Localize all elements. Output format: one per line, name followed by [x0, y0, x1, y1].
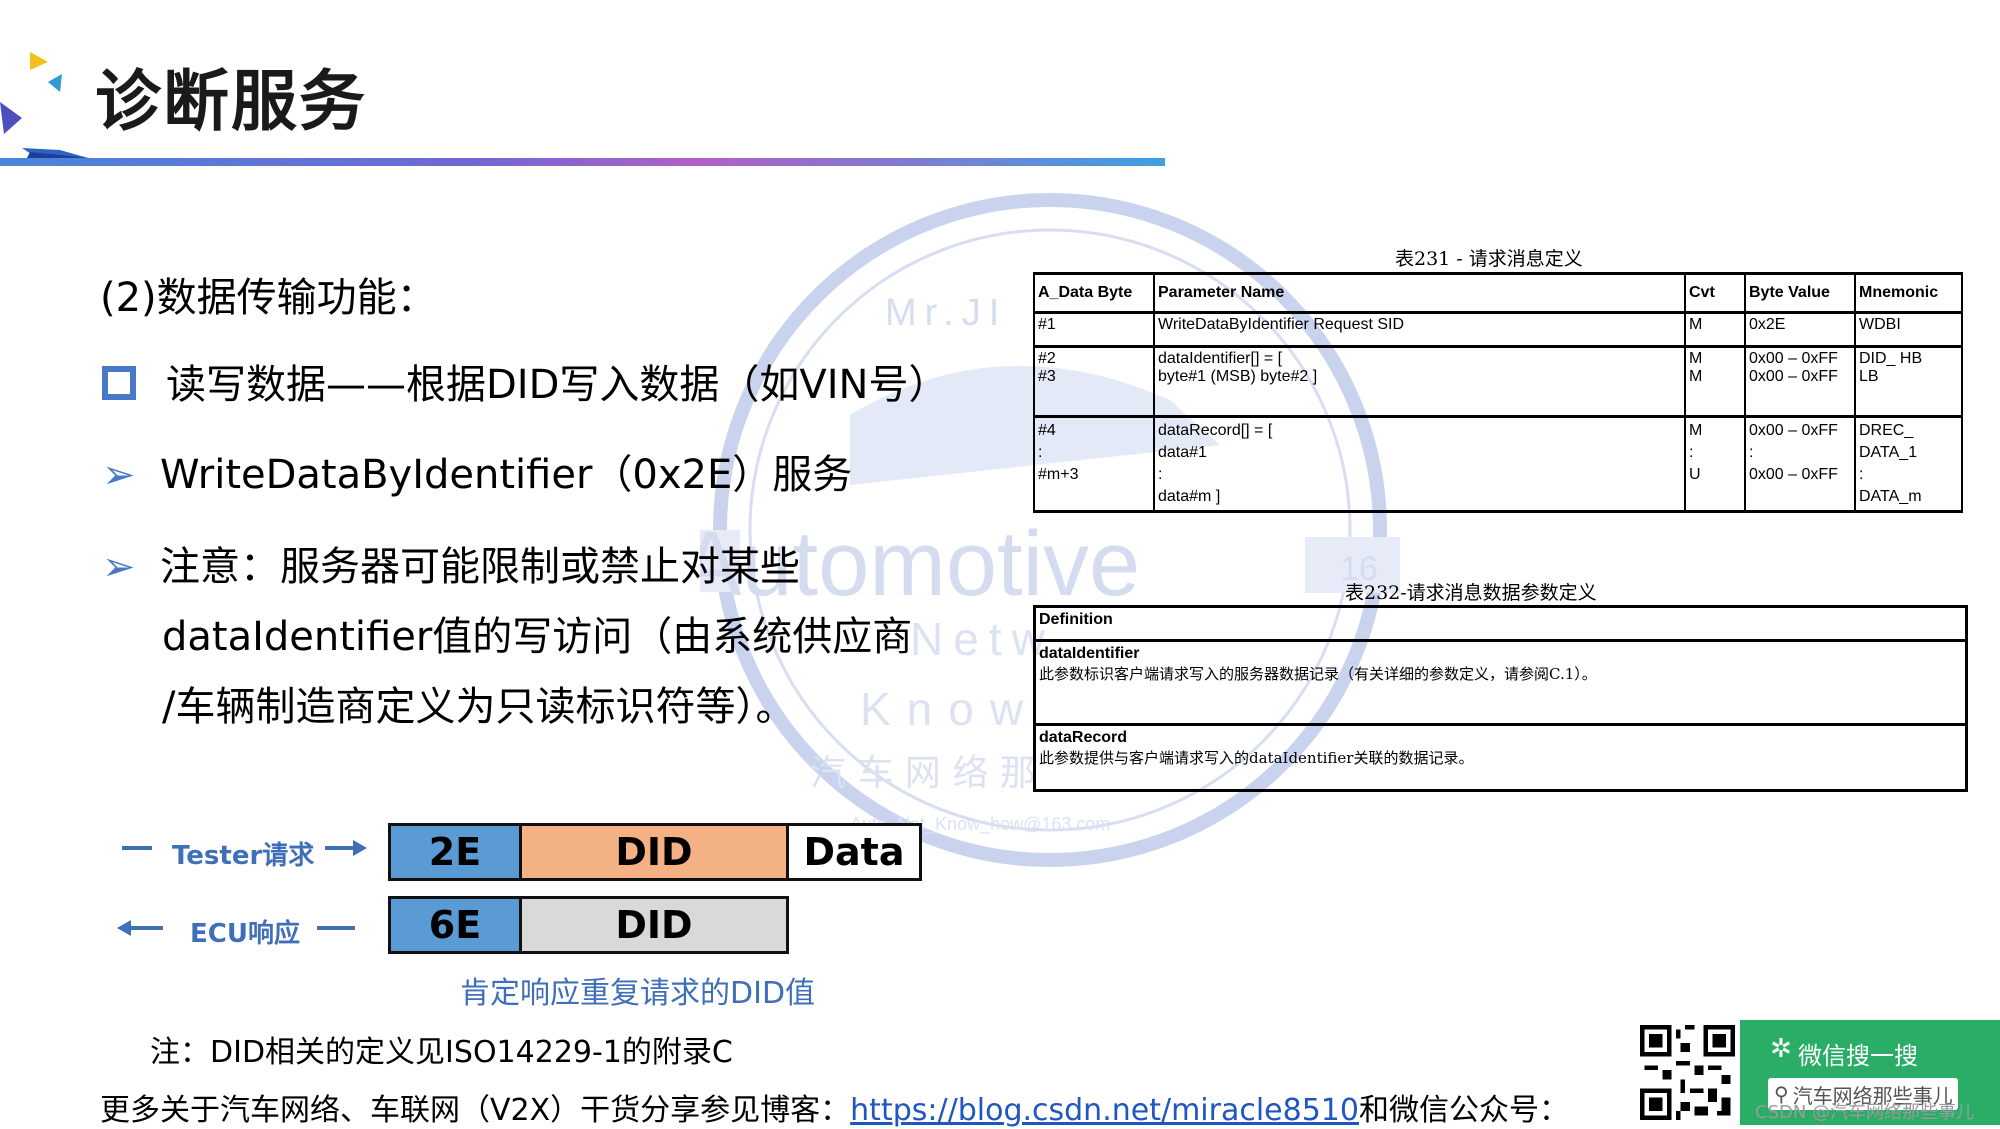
table-cell: dataRecord 此参数提供与客户端请求写入的dataIdentifier关…: [1035, 725, 1967, 791]
table-cell: dataIdentifier[] = [ byte#1 (MSB) byte#2…: [1153, 346, 1686, 418]
wechat-search-icon: ✲: [1770, 1034, 1792, 1064]
bullet-text: 注意：服务器可能限制或禁止对某些: [160, 544, 800, 590]
table-row: #1 WriteDataByIdentifier Request SID M 0…: [1033, 312, 1963, 348]
table231-caption: 表231 - 请求消息定义: [1395, 248, 1583, 270]
square-bullet-icon: [102, 366, 136, 400]
table-cell: 0x2E: [1744, 312, 1856, 348]
table-cell: dataIdentifier 此参数标识客户端请求写入的服务器数据记录（有关详细…: [1034, 640, 1967, 726]
param-desc: 此参数标识客户端请求写入的服务器数据记录（有关详细的参数定义，请参阅C.1）。: [1039, 665, 1597, 683]
table-cell: WriteDataByIdentifier Request SID: [1153, 312, 1686, 348]
bullet-service: ➢ WriteDataByIdentifier（0x2E）服务: [102, 440, 852, 510]
req-sid-cell: 2E: [388, 823, 522, 881]
table-cell: DID_ HB LB: [1854, 346, 1963, 418]
footer-suffix: 和微信公众号：: [1359, 1093, 1569, 1128]
table-header: Cvt: [1684, 272, 1746, 314]
table-cell: M : U: [1684, 416, 1746, 513]
table-row: Definition: [1034, 606, 1967, 642]
footer: 更多关于汽车网络、车联网（V2X）干货分享参见博客：https://blog.c…: [100, 1085, 1569, 1129]
table-row: dataIdentifier 此参数标识客户端请求写入的服务器数据记录（有关详细…: [1034, 640, 1967, 726]
bullet-text: WriteDataByIdentifier（0x2E）服务: [160, 452, 853, 498]
table-row: #4 : #m+3 dataRecord[] = [ data#1 : data…: [1033, 416, 1963, 513]
flow-caption: 肯定响应重复请求的DID值: [460, 976, 816, 1011]
table-row: dataRecord 此参数提供与客户端请求写入的dataIdentifier关…: [1035, 725, 1967, 791]
req-data-cell: Data: [786, 823, 922, 881]
table-cell: #2 #3: [1033, 346, 1155, 418]
table-header: Mnemonic: [1854, 272, 1963, 314]
table-header: Definition: [1034, 606, 1967, 642]
table-header: A_Data Byte: [1033, 272, 1155, 314]
param-definition-table: Definition dataIdentifier 此参数标识客户端请求写入的服…: [1033, 605, 1968, 792]
arrow-bullet-icon: ➢: [102, 544, 136, 590]
bullet-text: 读写数据——根据DID写入数据（如VIN号）: [166, 362, 949, 408]
footer-prefix: 更多关于汽车网络、车联网（V2X）干货分享参见博客：: [100, 1093, 851, 1128]
arrow-right-icon: [325, 840, 367, 856]
dash-line-icon: [317, 926, 355, 930]
param-desc: 此参数提供与客户端请求写入的dataIdentifier关联的数据记录。: [1039, 749, 1474, 767]
table-cell: M M: [1684, 346, 1746, 418]
table-cell: DREC_ DATA_1 : DATA_m: [1854, 416, 1963, 513]
bullet-text: /车辆制造商定义为只读标识符等）。: [162, 684, 796, 730]
blog-link[interactable]: https://blog.csdn.net/miracle8510: [850, 1093, 1359, 1128]
bullet-note: ➢ 注意：服务器可能限制或禁止对某些 dataIdentifier值的写访问（由系…: [102, 532, 1022, 742]
resp-did-cell: DID: [519, 896, 789, 954]
bullet-read-write: 读写数据——根据DID写入数据（如VIN号）: [102, 350, 948, 420]
footnote: 注：DID相关的定义见ISO14229-1的附录C: [150, 1035, 733, 1070]
table-cell: 0x00 – 0xFF : 0x00 – 0xFF: [1744, 416, 1856, 513]
table232-caption: 表232-请求消息数据参数定义: [1345, 582, 1597, 604]
wechat-title: 微信搜一搜: [1798, 1042, 1918, 1070]
bullet-text: dataIdentifier值的写访问（由系统供应商: [162, 614, 913, 660]
table-row: #2 #3 dataIdentifier[] = [ byte#1 (MSB) …: [1033, 346, 1963, 418]
request-message-table: A_Data Byte Parameter Name Cvt Byte Valu…: [1033, 272, 1963, 513]
table-cell: M: [1684, 312, 1746, 348]
arrow-left-icon: [117, 920, 163, 936]
brand-logo-icon: [0, 52, 90, 160]
section-subtitle: (2)数据传输功能：: [100, 275, 437, 321]
watermark-line1: Mr.JI: [885, 292, 1007, 334]
csdn-watermark: CSDN @汽车网络那些事儿: [1755, 1102, 1975, 1123]
table-header: Byte Value: [1744, 272, 1856, 314]
arrow-bullet-icon: ➢: [102, 452, 136, 498]
table-cell: 0x00 – 0xFF 0x00 – 0xFF: [1744, 346, 1856, 418]
table-cell: WDBI: [1854, 312, 1963, 348]
page-title: 诊断服务: [95, 63, 367, 140]
qr-code-icon: [1640, 1025, 1735, 1120]
param-name: dataIdentifier: [1039, 645, 1140, 662]
table-cell: #1: [1033, 312, 1155, 348]
watermark-line5: 汽 车 网 络 那: [810, 753, 1036, 794]
tester-label: Tester请求: [172, 841, 315, 871]
title-underline: [0, 158, 1165, 166]
table-cell: #4 : #m+3: [1033, 416, 1155, 513]
table-cell: dataRecord[] = [ data#1 : data#m ]: [1153, 416, 1686, 513]
param-name: dataRecord: [1039, 729, 1128, 746]
ecu-label: ECU响应: [190, 919, 300, 949]
resp-sid-cell: 6E: [388, 896, 522, 954]
req-did-cell: DID: [519, 823, 789, 881]
dash-line-icon: [122, 846, 152, 850]
table-header: Parameter Name: [1153, 272, 1686, 314]
